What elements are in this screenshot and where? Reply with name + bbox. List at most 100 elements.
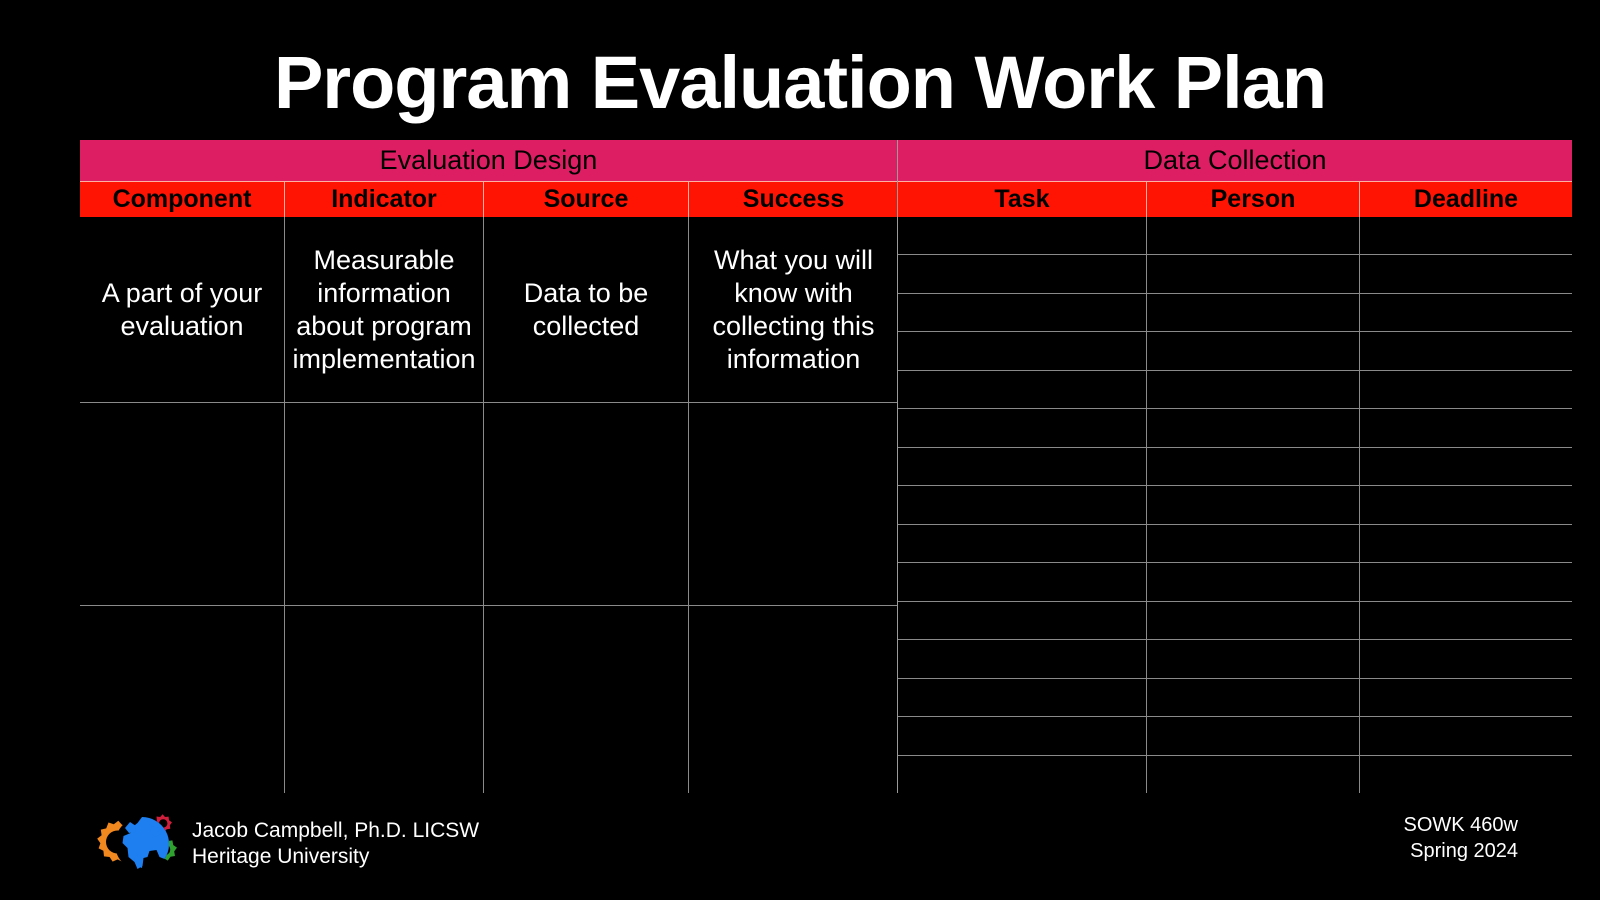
cell-person[interactable]	[1147, 601, 1360, 640]
cell-person[interactable]	[1147, 255, 1360, 293]
table-row[interactable]	[898, 370, 1572, 410]
cell-component[interactable]: A part of your evaluation	[80, 217, 285, 402]
table-row[interactable]	[898, 678, 1572, 718]
evaluation-design-body: A part of your evaluation Measurable inf…	[80, 217, 897, 793]
cell-task[interactable]	[898, 717, 1147, 755]
cell-component[interactable]	[80, 606, 285, 793]
data-collection-column-headers: Task Person Deadline	[898, 181, 1572, 217]
column-header-source: Source	[484, 182, 689, 217]
cell-task[interactable]	[898, 524, 1147, 563]
column-header-task: Task	[898, 182, 1147, 217]
cell-task[interactable]	[898, 447, 1147, 486]
presenter-institution: Heritage University	[192, 845, 370, 868]
group-header-data-collection: Data Collection	[898, 140, 1572, 181]
cell-source[interactable]	[484, 606, 689, 793]
cell-task[interactable]	[898, 370, 1147, 409]
cell-task[interactable]	[898, 255, 1147, 293]
cell-task[interactable]	[898, 486, 1147, 524]
cell-person[interactable]	[1147, 717, 1360, 755]
column-header-success: Success	[742, 185, 845, 213]
cell-indicator[interactable]	[285, 606, 484, 793]
table-row[interactable]	[898, 217, 1572, 256]
slide-canvas: Program Evaluation Work Plan Evaluation …	[0, 0, 1600, 900]
course-term: Spring 2024	[1410, 840, 1518, 862]
cell-deadline[interactable]	[1360, 563, 1572, 600]
cell-deadline[interactable]	[1360, 717, 1572, 754]
cell-task[interactable]	[898, 678, 1147, 717]
footer-course-block: SOWK 460w Spring 2024	[1404, 812, 1518, 864]
cell-task[interactable]	[898, 293, 1147, 332]
table-row[interactable]	[898, 601, 1572, 641]
cell-deadline[interactable]	[1360, 409, 1572, 446]
cell-person[interactable]	[1147, 409, 1360, 447]
cell-deadline[interactable]	[1360, 640, 1572, 677]
cell-person[interactable]	[1147, 370, 1360, 409]
cell-deadline[interactable]	[1360, 756, 1572, 793]
cell-deadline[interactable]	[1360, 332, 1572, 369]
table-row[interactable]	[898, 717, 1572, 756]
cell-task[interactable]	[898, 332, 1147, 370]
cell-person[interactable]	[1147, 447, 1360, 486]
cell-source[interactable]	[484, 403, 689, 605]
column-header-deadline: Deadline	[1413, 185, 1519, 213]
table-row[interactable]	[898, 486, 1572, 525]
group-header-evaluation-design: Evaluation Design	[80, 140, 897, 181]
cell-person[interactable]	[1147, 640, 1360, 678]
cell-deadline[interactable]	[1360, 448, 1572, 485]
cell-person[interactable]	[1147, 678, 1360, 717]
cell-success[interactable]: What you will know with collecting this …	[689, 217, 898, 402]
table-row[interactable]	[898, 332, 1572, 371]
cell-deadline[interactable]	[1360, 371, 1572, 408]
table-row[interactable]	[898, 293, 1572, 333]
cell-deadline[interactable]	[1360, 486, 1572, 523]
cell-deadline[interactable]	[1360, 602, 1572, 639]
globe-icon	[115, 816, 170, 871]
table-row[interactable]	[898, 640, 1572, 679]
table-row[interactable]	[898, 409, 1572, 448]
work-plan-table: Evaluation Design Component Indicator So…	[80, 140, 1572, 794]
cell-person[interactable]	[1147, 332, 1360, 370]
cell-task[interactable]	[898, 563, 1147, 601]
cell-task[interactable]	[898, 601, 1147, 640]
cell-person[interactable]	[1147, 524, 1360, 563]
cell-indicator[interactable]	[285, 403, 484, 605]
cell-task[interactable]	[898, 409, 1147, 447]
table-row[interactable]	[898, 563, 1572, 602]
table-row[interactable]	[898, 755, 1572, 794]
cell-person[interactable]	[1147, 755, 1360, 794]
cell-task[interactable]	[898, 755, 1147, 794]
table-row[interactable]: A part of your evaluation Measurable inf…	[80, 217, 897, 403]
table-row[interactable]	[898, 447, 1572, 487]
footer-presenter-block: Jacob Campbell, Ph.D. LICSW Heritage Uni…	[78, 808, 479, 880]
cell-deadline[interactable]	[1360, 255, 1572, 292]
cell-success[interactable]	[689, 403, 898, 605]
table-row[interactable]	[898, 524, 1572, 564]
cell-component[interactable]	[80, 403, 285, 605]
presenter-credit: Jacob Campbell, Ph.D. LICSW Heritage Uni…	[192, 818, 479, 870]
evaluation-design-section: Evaluation Design Component Indicator So…	[80, 140, 898, 793]
page-title: Program Evaluation Work Plan	[273, 41, 1327, 124]
cell-deadline[interactable]	[1360, 679, 1572, 716]
course-code: SOWK 460w	[1403, 814, 1518, 836]
cell-person[interactable]	[1147, 486, 1360, 524]
cell-deadline[interactable]	[1360, 294, 1572, 331]
cell-deadline[interactable]	[1360, 217, 1572, 254]
cell-indicator[interactable]: Measurable information about program imp…	[285, 217, 484, 402]
cell-deadline[interactable]	[1360, 525, 1572, 562]
cell-person[interactable]	[1147, 217, 1360, 255]
cell-person[interactable]	[1147, 293, 1360, 332]
data-collection-body	[898, 217, 1572, 794]
cell-task[interactable]	[898, 217, 1147, 255]
cell-success[interactable]	[689, 606, 898, 793]
cell-source[interactable]: Data to be collected	[484, 217, 689, 402]
gears-and-globe-logo	[97, 814, 177, 871]
table-row[interactable]	[80, 606, 897, 793]
cell-task[interactable]	[898, 640, 1147, 678]
column-header-indicator: Indicator	[285, 182, 484, 217]
column-header-person: Person	[1147, 182, 1360, 217]
cell-person[interactable]	[1147, 563, 1360, 601]
table-row[interactable]	[898, 255, 1572, 294]
table-row[interactable]	[80, 403, 897, 606]
evaluation-design-column-headers: Component Indicator Source Success	[80, 181, 897, 217]
data-collection-section: Data Collection Task Person Deadline	[898, 140, 1572, 794]
